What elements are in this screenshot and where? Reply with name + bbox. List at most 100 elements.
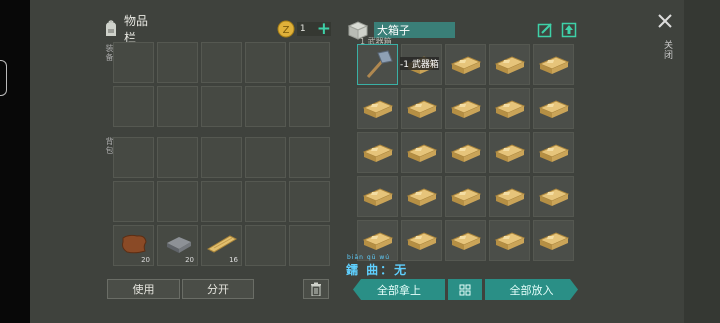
chest-slot-gold[interactable]: [445, 220, 486, 261]
gold-ingot-icon: [537, 140, 571, 170]
equipment-slot[interactable]: [245, 42, 286, 83]
backpack-slot[interactable]: [245, 225, 286, 266]
close-button[interactable]: [656, 12, 676, 34]
backpack-grid: 20 20 16: [113, 137, 330, 266]
backpack-slot[interactable]: [201, 137, 242, 178]
gold-ingot-icon: [405, 96, 439, 126]
chest-slot-gold[interactable]: [533, 176, 574, 217]
chest-slot-gold[interactable]: [357, 176, 398, 217]
equipment-slot[interactable]: [289, 86, 330, 127]
equipment-slot[interactable]: [201, 86, 242, 127]
equipment-slot[interactable]: [201, 42, 242, 83]
edge-handle[interactable]: [0, 60, 7, 96]
gold-ingot-icon: [405, 140, 439, 170]
chest-slot-gold[interactable]: [533, 220, 574, 261]
upload-button[interactable]: [561, 22, 577, 38]
chest-slot-gold[interactable]: [401, 132, 442, 173]
chest-slot-gold[interactable]: -1 武器箱: [400, 44, 442, 85]
rename-button[interactable]: [537, 22, 553, 38]
chest-slot-weapon[interactable]: [357, 44, 398, 85]
backpack-slot[interactable]: [157, 137, 198, 178]
inventory-title: 物品栏: [124, 14, 149, 45]
coin-icon: Z: [277, 20, 295, 38]
watermark-text: 鑐 曲：无: [346, 263, 409, 277]
coin-count: 1: [299, 24, 306, 34]
gold-ingot-icon: [405, 228, 439, 258]
iron-ingot-icon: [167, 237, 191, 253]
backpack-slot[interactable]: [289, 181, 330, 222]
backpack-slot[interactable]: [245, 137, 286, 178]
chest-slot-gold[interactable]: [357, 88, 398, 129]
grid-layout-icon: [459, 284, 471, 295]
backpack-slot[interactable]: [113, 137, 154, 178]
take-all-label: 全部拿上: [377, 283, 421, 297]
inventory-header: 物品栏 Z 1 +: [103, 14, 331, 45]
item-count: 20: [185, 256, 194, 264]
gold-ingot-icon: [361, 140, 395, 170]
gold-ingot-icon: [537, 52, 571, 82]
backpack-slot[interactable]: [201, 181, 242, 222]
gold-ingot-icon: [493, 184, 527, 214]
chest-slot-gold[interactable]: [489, 176, 530, 217]
chest-slot-gold[interactable]: [401, 220, 442, 261]
chest-slot-gold[interactable]: [445, 132, 486, 173]
close-label: 关闭: [662, 40, 672, 60]
item-count: 16: [229, 256, 238, 264]
chest-slot-gold[interactable]: [445, 176, 486, 217]
chest-slot-gold[interactable]: [401, 176, 442, 217]
backpack-slot-iron[interactable]: 20: [157, 225, 198, 266]
chest-slot-gold[interactable]: [445, 44, 486, 85]
weapon-tag: -1 武器箱: [400, 57, 439, 70]
trash-icon: [311, 282, 321, 296]
gold-ingot-icon: [405, 184, 439, 214]
equipment-slot[interactable]: [245, 86, 286, 127]
chest-slot-gold[interactable]: [489, 220, 530, 261]
item-count: 20: [141, 256, 150, 264]
backpack-icon: [103, 19, 119, 39]
chest-slot-gold[interactable]: [489, 132, 530, 173]
equipment-slot[interactable]: [113, 86, 154, 127]
use-button[interactable]: 使用: [107, 279, 180, 299]
gold-ingot-icon: [537, 96, 571, 126]
gold-ingot-icon: [493, 96, 527, 126]
backpack-slot[interactable]: [289, 137, 330, 178]
chest-slot-gold[interactable]: [533, 88, 574, 129]
right-bezel: [684, 0, 720, 323]
equipment-slot[interactable]: [157, 42, 198, 83]
gold-ingot-icon: [493, 228, 527, 258]
edit-icon: [537, 23, 552, 38]
chest-slot-gold[interactable]: [357, 132, 398, 173]
backpack-slot-leather[interactable]: 20: [113, 225, 154, 266]
sledgehammer-icon: [366, 50, 393, 78]
chest-slot-gold[interactable]: [445, 88, 486, 129]
gold-ingot-icon: [449, 140, 483, 170]
put-all-button[interactable]: 全部放入: [485, 279, 578, 300]
chest-slot-gold[interactable]: [533, 44, 574, 85]
equipment-grid: [113, 42, 330, 127]
wooden-plank-icon: [206, 235, 238, 253]
chest-slot-gold[interactable]: [533, 132, 574, 173]
take-all-button[interactable]: 全部拿上: [353, 279, 445, 300]
trash-button[interactable]: [303, 279, 329, 299]
backpack-slot[interactable]: [289, 225, 330, 266]
backpack-slot[interactable]: [157, 181, 198, 222]
chest-slot-gold[interactable]: [401, 88, 442, 129]
chest-slot-gold[interactable]: [489, 44, 530, 85]
left-bezel: [0, 0, 30, 323]
split-button[interactable]: 分开: [182, 279, 254, 299]
close-icon: [658, 14, 672, 28]
upload-icon: [561, 22, 577, 38]
equipment-slot[interactable]: [289, 42, 330, 83]
pinyin-annotation: biān qū wú: [347, 254, 391, 261]
svg-text:Z: Z: [282, 25, 289, 36]
chest-slot-gold[interactable]: [489, 88, 530, 129]
backpack-slot[interactable]: [245, 181, 286, 222]
backpack-slot[interactable]: [113, 181, 154, 222]
gold-ingot-icon: [449, 52, 483, 82]
layout-toggle-button[interactable]: [448, 279, 482, 300]
backpack-slot-plank[interactable]: 16: [201, 225, 242, 266]
gold-ingot-icon: [449, 184, 483, 214]
equipment-slot[interactable]: [157, 86, 198, 127]
equipment-slot[interactable]: [113, 42, 154, 83]
add-coin-button[interactable]: +: [317, 19, 331, 39]
